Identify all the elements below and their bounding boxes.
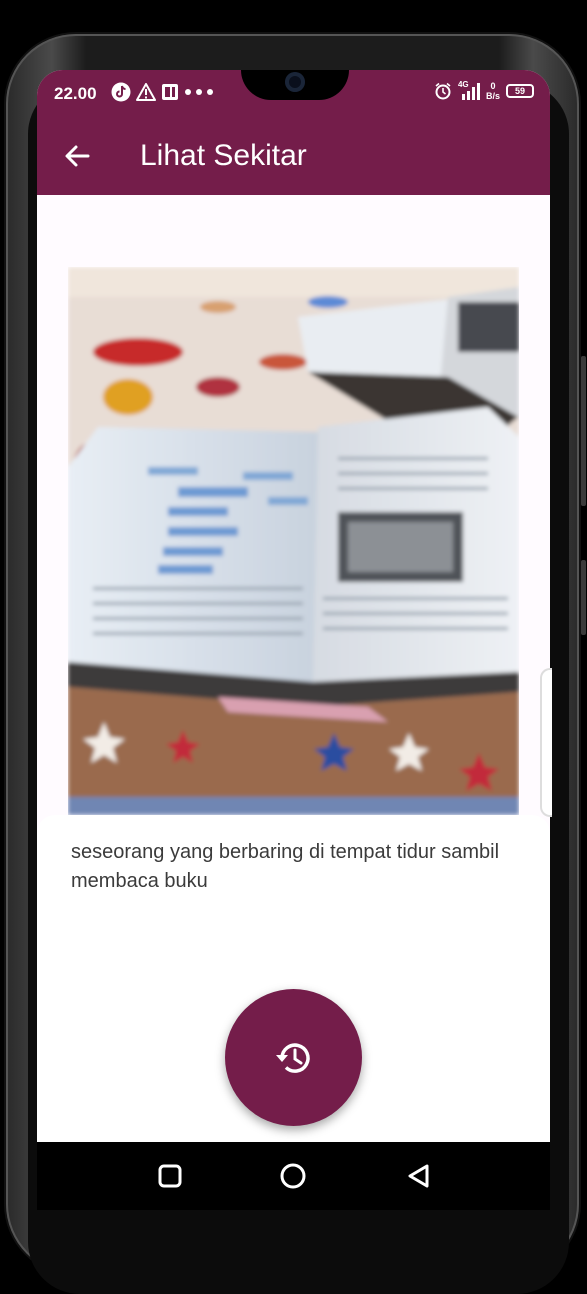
net-speed-value: 0 — [490, 81, 496, 91]
warning-icon — [136, 83, 156, 101]
notification-icons — [111, 82, 214, 102]
square-icon[interactable] — [154, 1160, 186, 1192]
net-speed-unit: B/s — [485, 91, 500, 101]
battery-level: 59 — [514, 86, 525, 96]
screen: 22.00 4G 0 B/s 59 Lihat Sekitar seseoran… — [37, 70, 550, 1210]
camera-notch — [241, 70, 349, 100]
more-notifications-icon — [185, 89, 213, 95]
tiktok-icon — [111, 82, 131, 102]
power-button — [581, 560, 586, 635]
alarm-icon — [435, 82, 451, 100]
app-bar: Lihat Sekitar — [37, 118, 550, 195]
photo-image — [68, 267, 519, 815]
arrow-left-icon[interactable] — [61, 140, 93, 172]
net-speed: 0 B/s — [486, 81, 500, 101]
history-icon — [275, 1042, 310, 1073]
status-bar: 22.00 4G 0 B/s 59 — [37, 70, 550, 118]
docs-app-icon — [162, 84, 178, 100]
circle-icon[interactable] — [277, 1160, 309, 1192]
system-icons: 4G 0 B/s 59 — [434, 80, 534, 101]
edge-panel-handle[interactable] — [540, 668, 552, 817]
signal-indicator: 4G — [458, 80, 480, 100]
caption-text: seseorang yang berbaring di tempat tidur… — [71, 841, 500, 892]
page-title: Lihat Sekitar — [140, 139, 307, 172]
battery-indicator: 59 — [506, 84, 534, 98]
signal-icon — [461, 83, 480, 100]
captured-photo — [68, 267, 519, 815]
history-button[interactable] — [225, 989, 362, 1126]
system-nav-bar — [37, 1142, 550, 1210]
front-camera — [285, 72, 305, 92]
status-time: 22.00 — [54, 84, 97, 103]
volume-button — [581, 356, 586, 506]
triangle-back-icon[interactable] — [402, 1160, 434, 1192]
